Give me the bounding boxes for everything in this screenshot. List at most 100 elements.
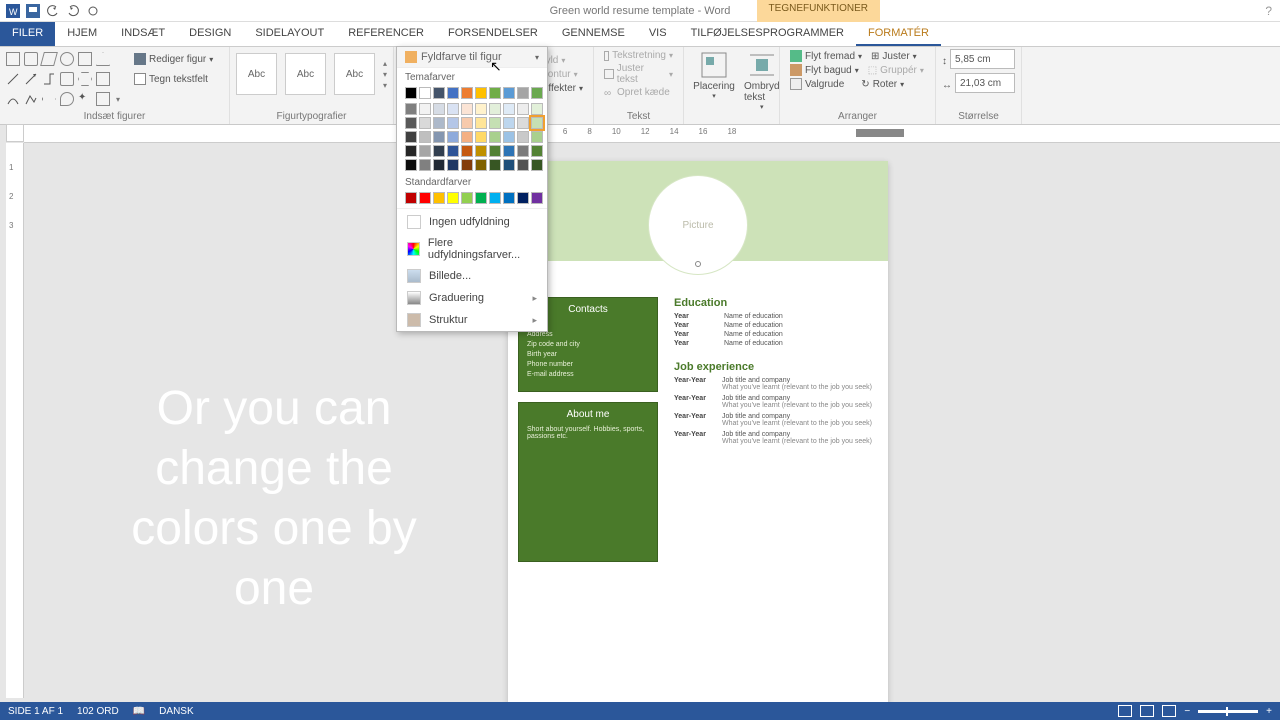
shape-rightarrow-icon[interactable] [42, 92, 56, 106]
color-swatch[interactable] [503, 103, 515, 115]
color-swatch[interactable] [405, 159, 417, 171]
tab-vis[interactable]: VIS [637, 22, 679, 46]
color-swatch[interactable] [433, 103, 445, 115]
tab-sidelayout[interactable]: SIDELAYOUT [243, 22, 336, 46]
color-swatch[interactable] [517, 159, 529, 171]
color-swatch[interactable] [517, 145, 529, 157]
color-swatch[interactable] [447, 159, 459, 171]
shape-style-3[interactable]: Abc [334, 53, 375, 95]
color-swatch[interactable] [433, 159, 445, 171]
width-input[interactable]: 21,03 cm [955, 73, 1015, 93]
help-icon[interactable]: ? [1265, 4, 1272, 18]
shape-triangle-icon[interactable] [96, 52, 110, 66]
color-swatch[interactable] [419, 103, 431, 115]
style-gallery-up-icon[interactable]: ▴ [383, 59, 387, 68]
tab-hjem[interactable]: HJEM [55, 22, 109, 46]
color-swatch[interactable] [489, 117, 501, 129]
shape-style-1[interactable]: Abc [236, 53, 277, 95]
height-input[interactable]: 5,85 cm [950, 49, 1015, 69]
color-swatch[interactable] [461, 145, 473, 157]
color-swatch[interactable] [475, 103, 487, 115]
color-swatch[interactable] [517, 117, 529, 129]
color-swatch[interactable] [461, 87, 473, 99]
color-swatch[interactable] [419, 131, 431, 143]
shape-banner-icon[interactable] [96, 92, 110, 106]
fill-menu-header[interactable]: Fyldfarve til figur▾ [397, 47, 547, 68]
save-icon[interactable] [26, 4, 40, 18]
view-read-icon[interactable] [1118, 705, 1132, 717]
tekstretning-button[interactable]: Tekstretning ▾ [600, 49, 677, 62]
tab-formater[interactable]: FORMATÉR [856, 22, 941, 46]
vertical-ruler[interactable]: 123 [6, 143, 24, 698]
color-swatch[interactable] [517, 131, 529, 143]
color-swatch[interactable] [489, 159, 501, 171]
undo-icon[interactable] [46, 4, 60, 18]
shape-style-2[interactable]: Abc [285, 53, 326, 95]
shape-textbox-icon[interactable] [6, 52, 20, 66]
photo-placeholder[interactable]: Picture [648, 175, 748, 275]
tab-referencer[interactable]: REFERENCER [336, 22, 436, 46]
more-colors-item[interactable]: Flere udfyldningsfarver... [397, 233, 547, 265]
tab-tilfoj[interactable]: TILFØJELSESPROGRAMMER [679, 22, 856, 46]
color-swatch[interactable] [405, 103, 417, 115]
color-swatch[interactable] [475, 159, 487, 171]
color-swatch[interactable] [447, 103, 459, 115]
touch-mode-icon[interactable] [86, 4, 100, 18]
juster-tekst-button[interactable]: Juster tekst ▾ [600, 62, 677, 86]
color-swatch[interactable] [447, 131, 459, 143]
color-swatch[interactable] [447, 192, 459, 204]
color-swatch[interactable] [503, 145, 515, 157]
proofing-icon[interactable]: 📖 [133, 706, 145, 717]
color-swatch[interactable] [433, 192, 445, 204]
color-swatch[interactable] [461, 159, 473, 171]
color-swatch[interactable] [517, 103, 529, 115]
color-swatch[interactable] [461, 103, 473, 115]
shapes-more-icon[interactable]: ▾ [114, 95, 120, 104]
color-swatch[interactable] [433, 131, 445, 143]
color-swatch[interactable] [405, 192, 417, 204]
view-web-icon[interactable] [1162, 705, 1176, 717]
shape-curve-icon[interactable] [6, 92, 20, 106]
color-swatch[interactable] [531, 131, 543, 143]
color-swatch[interactable] [517, 192, 529, 204]
color-swatch[interactable] [475, 192, 487, 204]
color-swatch[interactable] [489, 192, 501, 204]
color-swatch[interactable] [475, 87, 487, 99]
color-swatch[interactable] [419, 159, 431, 171]
zoom-out-button[interactable]: − [1184, 706, 1190, 717]
tab-filer[interactable]: FILER [0, 22, 55, 46]
zoom-slider[interactable] [1198, 710, 1258, 713]
color-swatch[interactable] [447, 87, 459, 99]
shape-hexagon-icon[interactable] [78, 72, 92, 86]
color-swatch[interactable] [489, 103, 501, 115]
color-swatch[interactable] [531, 145, 543, 157]
shape-callout-icon[interactable] [60, 92, 74, 106]
color-swatch[interactable] [405, 117, 417, 129]
shape-elbow-icon[interactable] [42, 72, 56, 86]
shape-ellipse-icon[interactable] [60, 52, 74, 66]
flyt-fremad-button[interactable]: Flyt fremad ▾ ⊞Juster▾ [786, 49, 929, 63]
shape-star-icon[interactable]: ✦ [78, 92, 92, 106]
tegn-tekstfelt-button[interactable]: Tegn tekstfelt [130, 72, 212, 86]
color-swatch[interactable] [531, 192, 543, 204]
shape-parallelogram-icon[interactable] [40, 52, 58, 66]
color-swatch[interactable] [531, 103, 543, 115]
picture-fill-item[interactable]: Billede... [397, 265, 547, 287]
view-print-icon[interactable] [1140, 705, 1154, 717]
color-swatch[interactable] [405, 131, 417, 143]
tab-forsendelser[interactable]: FORSENDELSER [436, 22, 550, 46]
texture-fill-item[interactable]: Struktur▸ [397, 309, 547, 331]
selection-handle[interactable] [695, 261, 701, 267]
color-swatch[interactable] [405, 87, 417, 99]
color-swatch[interactable] [433, 117, 445, 129]
shape-arrow-icon[interactable] [24, 72, 38, 86]
ombryd-tekst-button[interactable]: Ombryd tekst▾ [738, 49, 786, 113]
header-band-shape[interactable]: Picture [508, 161, 888, 261]
zoom-in-button[interactable]: + [1266, 706, 1272, 717]
color-swatch[interactable] [447, 145, 459, 157]
document-canvas[interactable]: Or you can change the colors one by one … [24, 143, 1280, 702]
gradient-fill-item[interactable]: Graduering▸ [397, 287, 547, 309]
color-swatch[interactable] [419, 145, 431, 157]
color-swatch[interactable] [433, 87, 445, 99]
redo-icon[interactable] [66, 4, 80, 18]
